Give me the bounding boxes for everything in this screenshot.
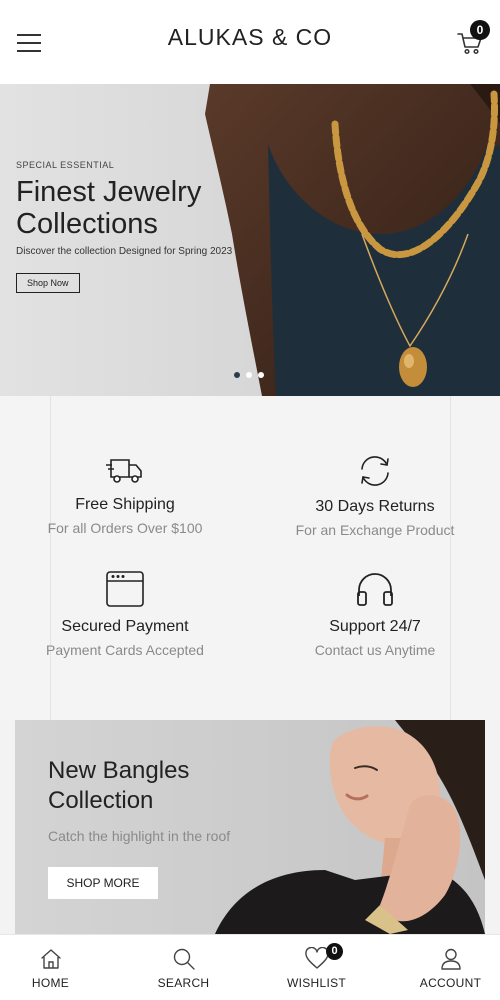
brand-logo[interactable]: ALUKAS & CO	[0, 24, 500, 51]
home-icon	[40, 949, 61, 969]
nav-label: SEARCH	[157, 976, 210, 990]
nav-account[interactable]: ACCOUNT	[388, 935, 500, 1000]
feature-secured-payment: Secured Payment Payment Cards Accepted	[0, 570, 250, 658]
wishlist-count-badge: 0	[326, 943, 343, 960]
promo-image	[15, 720, 485, 934]
nav-label: ACCOUNT	[419, 976, 482, 990]
promo-banner[interactable]: New Bangles Collection Catch the highlig…	[15, 720, 485, 934]
hero-eyebrow: SPECIAL ESSENTIAL	[16, 160, 115, 170]
feature-subtitle: For an Exchange Product	[295, 522, 455, 538]
user-icon	[440, 948, 461, 970]
slider-dot-1[interactable]	[234, 372, 240, 378]
hero-title: Finest Jewelry Collections	[16, 176, 232, 240]
top-header: ALUKAS & CO 0	[0, 0, 500, 84]
feature-title: Secured Payment	[61, 618, 189, 635]
promo-title: New Bangles Collection	[48, 756, 189, 816]
promo-title-line2: Collection	[48, 787, 154, 814]
hero-banner[interactable]: SPECIAL ESSENTIAL Finest Jewelry Collect…	[0, 84, 500, 396]
divider	[50, 396, 51, 720]
slider-dot-2[interactable]	[246, 372, 252, 378]
hero-description: Discover the collection Designed for Spr…	[16, 246, 233, 257]
promo-title-line1: New Bangles	[48, 757, 190, 784]
feature-subtitle: For all Orders Over $100	[47, 520, 203, 536]
delivery-truck-icon	[106, 459, 142, 483]
shop-more-button[interactable]: SHOP MORE	[48, 867, 158, 899]
feature-title: Support 24/7	[329, 618, 421, 635]
feature-title: Free Shipping	[75, 496, 175, 513]
bottom-navigation: HOME SEARCH 0 WISHLIST ACCOUNT	[0, 934, 500, 1000]
nav-search[interactable]: SEARCH	[121, 935, 246, 1000]
feature-returns: 30 Days Returns For an Exchange Product	[250, 454, 500, 538]
promo-subtitle: Catch the highlight in the roof	[48, 828, 231, 844]
feature-free-shipping: Free Shipping For all Orders Over $100	[0, 454, 250, 536]
feature-subtitle: Payment Cards Accepted	[46, 642, 204, 658]
cart-count-badge: 0	[470, 20, 490, 40]
shop-now-button[interactable]: Shop Now	[16, 273, 80, 293]
app-page: ALUKAS & CO 0 SPECIAL ESSENTIAL Finest J…	[0, 0, 500, 1000]
refresh-icon	[361, 456, 389, 486]
headphones-icon	[357, 573, 393, 606]
nav-label: HOME	[31, 976, 70, 990]
feature-subtitle: Contact us Anytime	[314, 642, 436, 658]
divider	[450, 396, 451, 720]
hero-title-line1: Finest Jewelry	[16, 176, 202, 208]
hero-title-line2: Collections	[16, 208, 158, 240]
browser-window-icon	[106, 571, 144, 607]
feature-title: 30 Days Returns	[315, 498, 435, 515]
nav-home[interactable]: HOME	[0, 935, 113, 1000]
nav-label: WISHLIST	[286, 976, 347, 990]
slider-dot-3[interactable]	[258, 372, 264, 378]
nav-wishlist[interactable]: 0 WISHLIST	[254, 935, 379, 1000]
slider-dots	[234, 372, 264, 378]
search-icon	[173, 948, 195, 970]
features-section: Free Shipping For all Orders Over $100 3…	[0, 396, 500, 720]
hero-text-block: SPECIAL ESSENTIAL Finest Jewelry Collect…	[16, 160, 232, 293]
feature-support: Support 24/7 Contact us Anytime	[250, 570, 500, 658]
